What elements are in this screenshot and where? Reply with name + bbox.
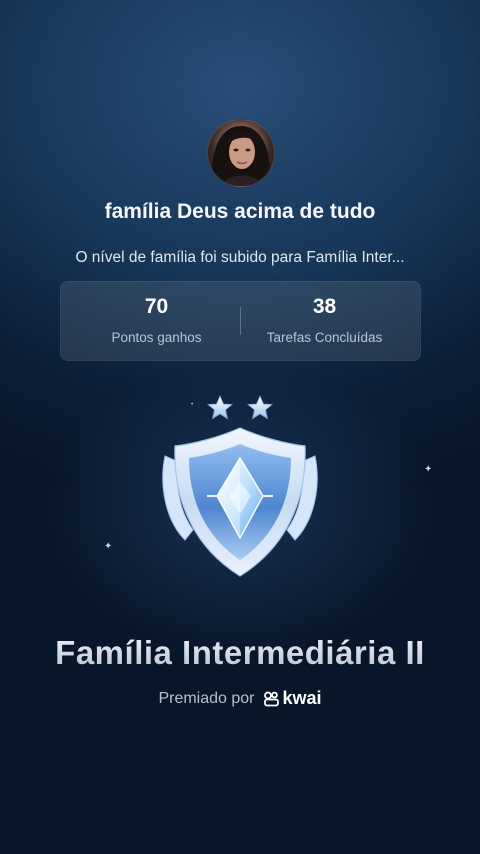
sparkle-icon: ✦ bbox=[424, 464, 433, 475]
awarded-by: Premiado por kwai bbox=[0, 688, 480, 709]
stat-tasks: 38 Tarefas Concluídas bbox=[235, 282, 414, 360]
profile-name: família Deus acima de tudo bbox=[104, 200, 376, 223]
brand-name: kwai bbox=[282, 688, 322, 708]
stats-panel: 70 Pontos ganhos 38 Tarefas Concluídas bbox=[60, 281, 421, 361]
stat-value: 70 bbox=[144, 295, 169, 318]
level-name: Família Intermediária II bbox=[0, 634, 480, 672]
stat-points: 70 Pontos ganhos bbox=[67, 282, 246, 360]
kwai-logo-icon bbox=[263, 691, 279, 706]
level-badge bbox=[155, 392, 325, 582]
star-icon bbox=[206, 395, 234, 420]
profile-photo-icon bbox=[211, 126, 271, 186]
level-up-message: O nível de família foi subido para Famíl… bbox=[75, 249, 405, 266]
stat-label: Tarefas Concluídas bbox=[266, 330, 383, 345]
sparkle-icon: ✦ bbox=[104, 541, 113, 552]
shield-badge-icon bbox=[162, 395, 318, 577]
stat-value: 38 bbox=[312, 295, 337, 318]
avatar[interactable] bbox=[207, 119, 275, 187]
kwai-logo: kwai bbox=[263, 688, 322, 709]
stat-label: Pontos ganhos bbox=[111, 330, 202, 345]
awarded-by-label: Premiado por bbox=[158, 689, 255, 707]
star-icon bbox=[246, 395, 274, 420]
